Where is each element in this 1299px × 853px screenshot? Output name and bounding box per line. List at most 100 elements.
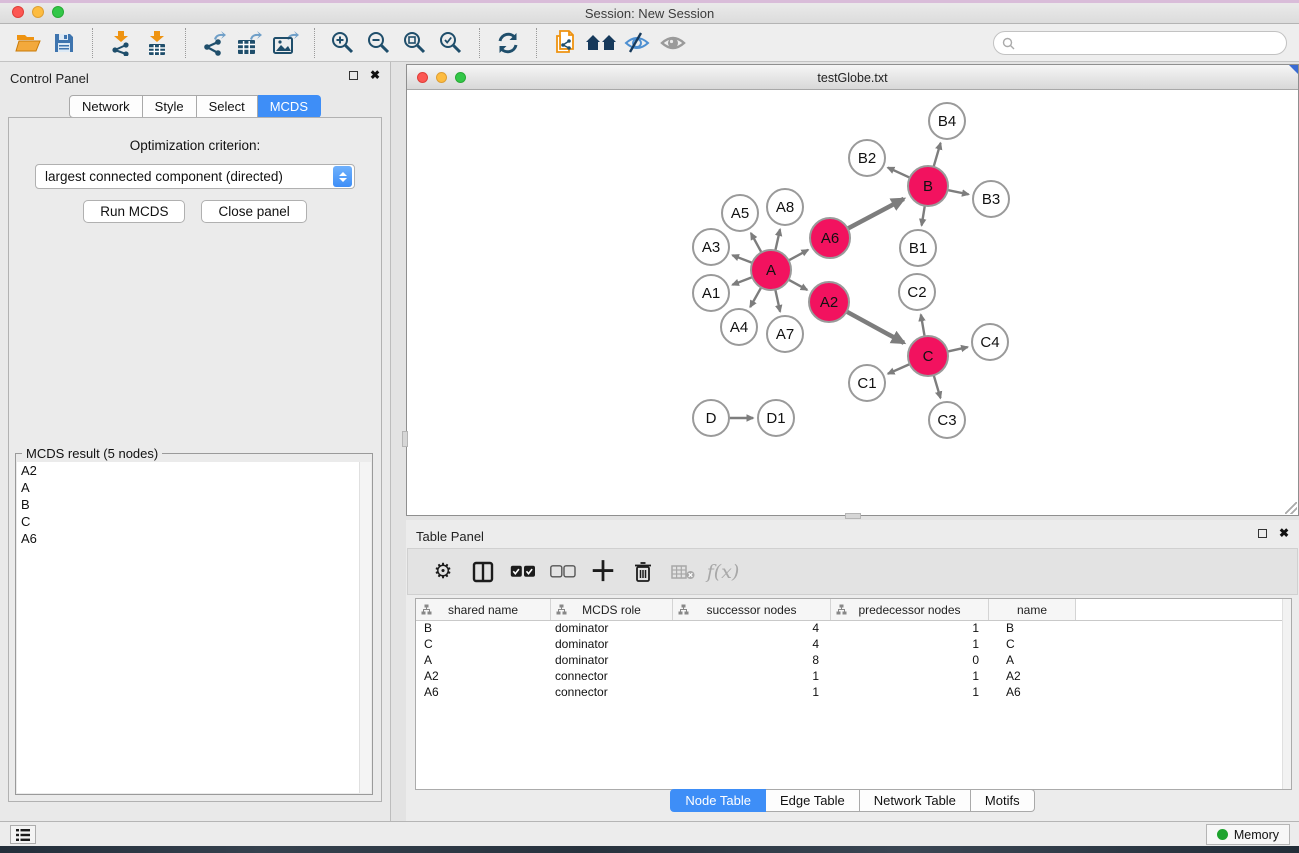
hide-selected-icon[interactable]: [619, 28, 655, 58]
graph-edge-A-A6[interactable]: [789, 250, 809, 261]
graph-node-A8[interactable]: A8: [767, 189, 803, 225]
graph-edge-A-A8[interactable]: [775, 229, 780, 250]
graph-node-B2[interactable]: B2: [849, 140, 885, 176]
graph-node-B[interactable]: B: [908, 166, 948, 206]
graph-node-A5[interactable]: A5: [722, 195, 758, 231]
splitter-handle[interactable]: [845, 513, 861, 519]
delete-columns-icon[interactable]: [626, 555, 660, 589]
graph-node-C4[interactable]: C4: [972, 324, 1008, 360]
column-header-shared-name[interactable]: shared name: [416, 599, 551, 620]
table-cell[interactable]: 1: [831, 685, 989, 701]
select-all-columns-icon[interactable]: [506, 555, 540, 589]
table-row[interactable]: Cdominator41C: [416, 637, 1291, 653]
import-table-icon[interactable]: [139, 28, 175, 58]
graph-node-A3[interactable]: A3: [693, 229, 729, 265]
zoom-fit-icon[interactable]: [397, 28, 433, 58]
tab-edge-table[interactable]: Edge Table: [766, 789, 860, 812]
unselect-all-columns-icon[interactable]: [546, 555, 580, 589]
graph-node-C1[interactable]: C1: [849, 365, 885, 401]
table-cell[interactable]: 1: [673, 669, 831, 685]
optimization-criterion-select[interactable]: largest connected component (directed): [35, 164, 355, 189]
table-cell[interactable]: 1: [831, 669, 989, 685]
table-cell[interactable]: B: [416, 621, 551, 637]
scrollbar-track[interactable]: [1282, 599, 1291, 789]
table-cell[interactable]: C: [416, 637, 551, 653]
show-all-icon[interactable]: [655, 28, 691, 58]
function-builder-icon[interactable]: f(x): [706, 555, 740, 589]
graph-node-A6[interactable]: A6: [810, 218, 850, 258]
mcds-result-item[interactable]: C: [17, 513, 371, 530]
open-session-button[interactable]: [10, 28, 46, 58]
float-panel-icon[interactable]: [1258, 529, 1267, 538]
zoom-selected-icon[interactable]: [433, 28, 469, 58]
network-window-titlebar[interactable]: testGlobe.txt: [407, 65, 1298, 90]
table-settings-icon[interactable]: ⚙: [426, 555, 460, 589]
table-cell[interactable]: 4: [673, 637, 831, 653]
resize-grip[interactable]: [1285, 502, 1297, 514]
export-image-icon[interactable]: [268, 28, 304, 58]
tab-mcds[interactable]: MCDS: [258, 95, 321, 118]
import-network-icon[interactable]: [103, 28, 139, 58]
tab-select[interactable]: Select: [197, 95, 258, 118]
graph-edge-C-C1[interactable]: [888, 364, 910, 374]
table-cell[interactable]: connector: [551, 669, 673, 685]
column-header-name[interactable]: name: [989, 599, 1076, 620]
graph-edge-A2-C[interactable]: [847, 312, 904, 343]
table-cell[interactable]: A: [416, 653, 551, 669]
graph-edge-A6-B[interactable]: [848, 199, 904, 229]
table-cell[interactable]: dominator: [551, 653, 673, 669]
mcds-result-item[interactable]: B: [17, 496, 371, 513]
graph-edge-A-A3[interactable]: [732, 255, 752, 263]
graph-node-B1[interactable]: B1: [900, 230, 936, 266]
tab-motifs[interactable]: Motifs: [971, 789, 1035, 812]
tab-network[interactable]: Network: [69, 95, 143, 118]
close-panel-icon[interactable]: ✖: [370, 71, 380, 80]
graph-node-C[interactable]: C: [908, 336, 948, 376]
tab-style[interactable]: Style: [143, 95, 197, 118]
graph-edge-C-C3[interactable]: [934, 375, 941, 398]
table-cell[interactable]: 1: [673, 685, 831, 701]
graph-node-A7[interactable]: A7: [767, 316, 803, 352]
mcds-result-list[interactable]: A2ABCA6: [17, 462, 371, 793]
search-box[interactable]: [993, 31, 1287, 55]
graph-node-A[interactable]: A: [751, 250, 791, 290]
toggle-column-view-icon[interactable]: [466, 555, 500, 589]
graph-edge-A-A7[interactable]: [775, 290, 780, 312]
maximize-corner-icon[interactable]: [1289, 65, 1298, 74]
save-session-button[interactable]: [46, 28, 82, 58]
table-row[interactable]: A6connector11A6: [416, 685, 1291, 701]
table-cell[interactable]: A: [989, 653, 1076, 669]
table-cell[interactable]: A6: [989, 685, 1076, 701]
graph-node-A1[interactable]: A1: [693, 275, 729, 311]
graph-node-B4[interactable]: B4: [929, 103, 965, 139]
table-cell[interactable]: dominator: [551, 637, 673, 653]
table-cell[interactable]: dominator: [551, 621, 673, 637]
tab-node-table[interactable]: Node Table: [670, 789, 766, 812]
graph-edge-C-C2[interactable]: [921, 315, 925, 337]
table-cell[interactable]: 0: [831, 653, 989, 669]
tab-network-table[interactable]: Network Table: [860, 789, 971, 812]
close-panel-icon[interactable]: ✖: [1279, 529, 1289, 538]
graph-edge-A-A1[interactable]: [732, 277, 752, 285]
scrollbar-track[interactable]: [359, 462, 371, 793]
table-cell[interactable]: connector: [551, 685, 673, 701]
graph-node-C2[interactable]: C2: [899, 274, 935, 310]
table-cell[interactable]: 4: [673, 621, 831, 637]
float-panel-icon[interactable]: [349, 71, 358, 80]
table-cell[interactable]: A6: [416, 685, 551, 701]
table-cell[interactable]: 1: [831, 637, 989, 653]
graph-node-A2[interactable]: A2: [809, 282, 849, 322]
column-header-predecessor-nodes[interactable]: predecessor nodes: [831, 599, 989, 620]
close-panel-button[interactable]: Close panel: [201, 200, 306, 223]
zoom-in-icon[interactable]: [325, 28, 361, 58]
task-history-button[interactable]: [10, 825, 36, 844]
graph-node-C3[interactable]: C3: [929, 402, 965, 438]
graph-edge-A-A2[interactable]: [789, 280, 808, 290]
zoom-out-icon[interactable]: [361, 28, 397, 58]
memory-button[interactable]: Memory: [1206, 824, 1290, 845]
table-row[interactable]: Bdominator41B: [416, 621, 1291, 637]
mcds-result-item[interactable]: A2: [17, 462, 371, 479]
table-cell[interactable]: C: [989, 637, 1076, 653]
search-input[interactable]: [1019, 36, 1286, 50]
graph-edge-B-B1[interactable]: [922, 206, 925, 226]
